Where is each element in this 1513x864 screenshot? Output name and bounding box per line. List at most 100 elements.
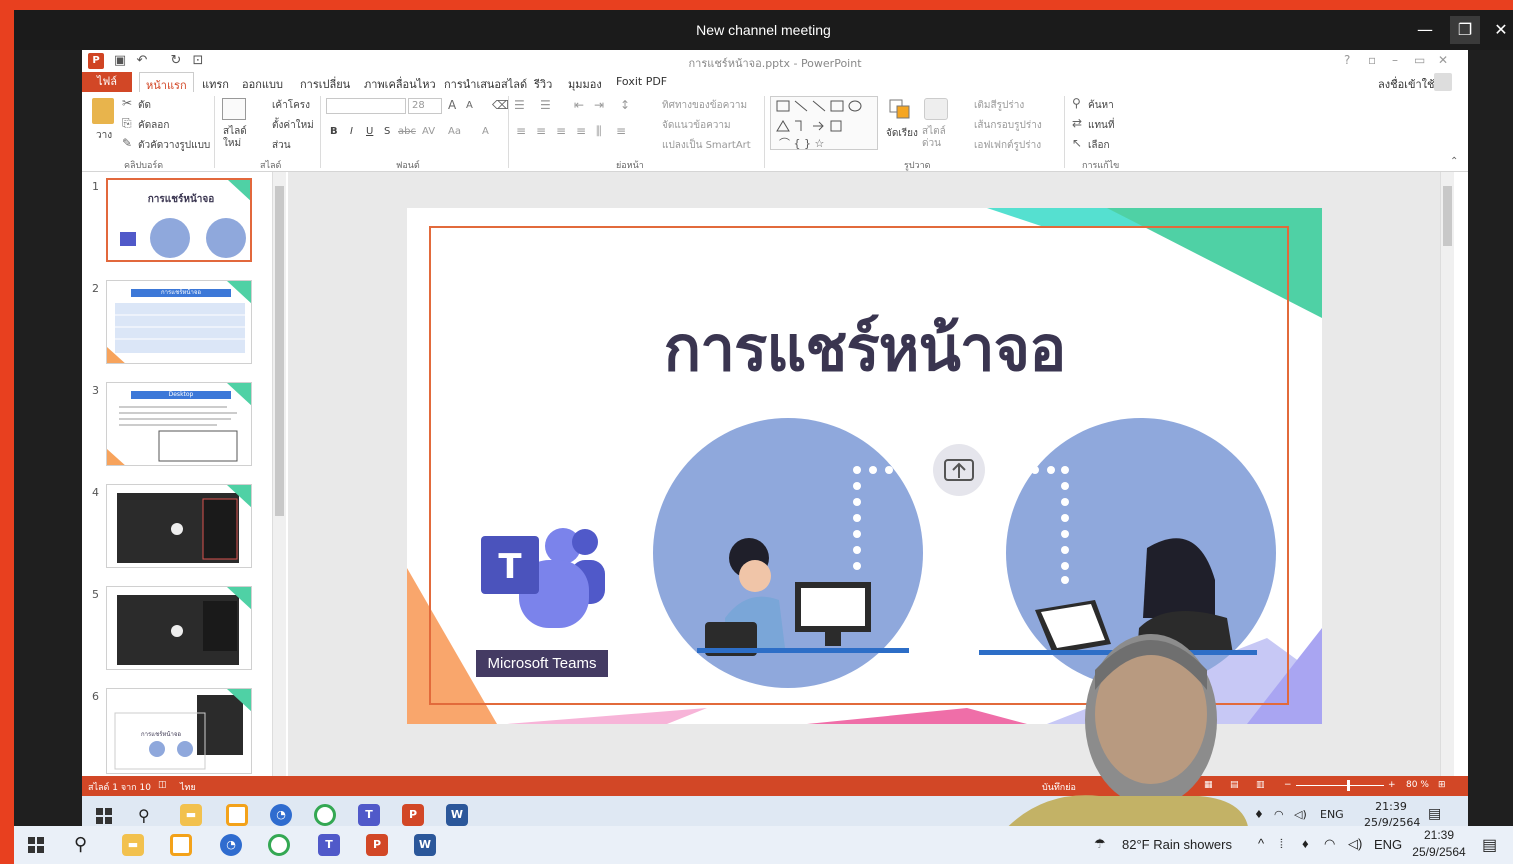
app-icon[interactable]: ◔ — [270, 804, 292, 826]
character-spacing-button[interactable]: AV — [422, 126, 435, 137]
section-button[interactable]: ส่วน — [272, 138, 291, 153]
clock-time[interactable]: 21:39 — [1408, 828, 1470, 842]
reset-button[interactable]: ตั้งค่าใหม่ — [272, 118, 314, 133]
zoom-slider-track[interactable] — [1296, 785, 1384, 786]
slide-thumbnail-2[interactable]: การแชร์หน้าจอ — [106, 280, 252, 364]
font-size-dropdown[interactable]: 28 — [408, 98, 442, 114]
minimize-button[interactable]: — — [1410, 16, 1440, 44]
tab-transitions[interactable]: การเปลี่ยน — [300, 75, 350, 93]
slide-thumbnail-3[interactable]: Desktop — [106, 382, 252, 466]
weather-widget[interactable]: 82°F Rain showers — [1122, 837, 1232, 852]
tab-slideshow[interactable]: การนำเสนอสไลด์ — [444, 75, 527, 93]
wifi-icon[interactable]: ◠ — [1324, 836, 1335, 852]
app-icon[interactable]: ◔ — [220, 834, 242, 856]
restore-button[interactable]: ❐ — [1450, 16, 1480, 44]
select-button[interactable]: เลือก — [1088, 138, 1110, 153]
align-left-icon[interactable]: ≡ — [516, 124, 526, 138]
numbering-icon[interactable]: ☰ — [540, 98, 551, 112]
teams-icon[interactable]: T — [358, 804, 380, 826]
user-avatar-icon[interactable] — [1434, 73, 1452, 91]
input-language[interactable]: ENG — [1320, 808, 1344, 821]
strikethrough-button[interactable]: abc — [398, 126, 416, 137]
decrease-font-icon[interactable]: A — [466, 100, 473, 111]
chrome-canary-icon[interactable] — [170, 834, 192, 856]
show-hidden-icons-icon[interactable]: ^ — [1258, 836, 1264, 851]
wifi-icon[interactable]: ◠ — [1274, 808, 1284, 821]
powerpoint-icon[interactable]: P — [402, 804, 424, 826]
ribbon-display-icon[interactable]: ▫ — [1368, 53, 1376, 67]
notifications-icon[interactable]: ▤ — [1482, 835, 1497, 855]
tab-view[interactable]: มุมมอง — [568, 75, 602, 93]
close-button[interactable]: ✕ — [1486, 16, 1513, 44]
bullets-icon[interactable]: ☰ — [514, 98, 525, 112]
shape-fill-button[interactable]: เติมสีรูปร่าง — [974, 98, 1024, 113]
tab-foxit-pdf[interactable]: Foxit PDF — [616, 75, 667, 88]
clock-time[interactable]: 21:39 — [1364, 800, 1418, 813]
font-color-button[interactable]: A — [482, 126, 489, 137]
slide-thumbnail-5[interactable] — [106, 586, 252, 670]
input-language[interactable]: ENG — [1374, 837, 1402, 852]
search-icon[interactable]: ⚲ — [74, 834, 87, 855]
new-slide-button[interactable]: สไลด์ใหม่ — [223, 126, 251, 150]
pp-minimize-icon[interactable]: – — [1392, 53, 1398, 67]
shape-outline-button[interactable]: เส้นกรอบรูปร่าง — [974, 118, 1042, 133]
mic-icon[interactable]: ♦ — [1254, 808, 1264, 821]
italic-button[interactable]: I — [350, 126, 353, 137]
tab-insert[interactable]: แทรก — [202, 75, 229, 93]
windows-start-icon[interactable] — [28, 837, 44, 853]
zoom-in-button[interactable]: + — [1388, 780, 1396, 790]
word-icon[interactable]: W — [446, 804, 468, 826]
chrome-canary-icon[interactable] — [226, 804, 248, 826]
increase-indent-icon[interactable]: ⇥ — [594, 98, 604, 112]
convert-smartart-button[interactable]: แปลงเป็น SmartArt — [662, 138, 751, 153]
fit-to-window-icon[interactable]: ⊞ — [1438, 780, 1446, 790]
zoom-slider-knob[interactable] — [1347, 780, 1351, 791]
volume-icon[interactable]: ◁) — [1348, 836, 1362, 852]
tab-review[interactable]: รีวิว — [534, 75, 552, 93]
line-spacing-icon[interactable]: ↕ — [620, 98, 630, 112]
distributed-icon[interactable]: ≡ — [616, 124, 626, 138]
notifications-icon[interactable]: ▤ — [1428, 806, 1441, 822]
clear-formatting-icon[interactable]: ⌫ — [492, 98, 509, 112]
align-text-button[interactable]: จัดแนวข้อความ — [662, 118, 731, 133]
shadow-button[interactable]: S — [384, 126, 390, 137]
slide-thumbnail-6[interactable]: การแชร์หน้าจอ — [106, 688, 252, 774]
canvas-scroll-thumb[interactable] — [1443, 186, 1452, 246]
layout-button[interactable]: เค้าโครง — [272, 98, 310, 113]
weather-icon[interactable]: ☂ — [1094, 836, 1106, 852]
tab-animations[interactable]: ภาพเคลื่อนไหว — [364, 75, 436, 93]
font-name-dropdown[interactable] — [326, 98, 406, 114]
volume-icon[interactable]: ◁) — [1294, 808, 1307, 821]
arrange-button[interactable]: จัดเรียง — [886, 126, 918, 141]
thumbnails-scrollbar[interactable] — [272, 172, 286, 776]
powerpoint-icon[interactable]: P — [366, 834, 388, 856]
network-icon[interactable]: ⦙ — [1280, 836, 1283, 852]
quick-styles-button[interactable]: สไตล์ด่วน — [922, 126, 950, 150]
paste-icon[interactable] — [92, 98, 114, 124]
decrease-indent-icon[interactable]: ⇤ — [574, 98, 584, 112]
cut-button[interactable]: ตัด — [138, 98, 151, 113]
chrome-icon[interactable] — [314, 804, 336, 826]
format-painter-button[interactable]: ตัวคัดวางรูปแบบ — [138, 138, 210, 153]
mic-icon[interactable]: ♦ — [1302, 836, 1309, 851]
slide-thumbnail-4[interactable] — [106, 484, 252, 568]
align-center-icon[interactable]: ≡ — [536, 124, 546, 138]
teams-icon[interactable]: T — [318, 834, 340, 856]
chrome-icon[interactable] — [268, 834, 290, 856]
language-indicator[interactable]: ไทย — [180, 780, 196, 794]
columns-icon[interactable]: ⫼ — [596, 124, 602, 139]
spell-check-icon[interactable]: ◫ — [158, 780, 167, 790]
tab-file[interactable]: ไฟล์ — [82, 72, 132, 92]
justify-icon[interactable]: ≡ — [576, 124, 586, 138]
help-icon[interactable]: ? — [1344, 53, 1350, 67]
find-button[interactable]: ค้นหา — [1088, 98, 1114, 113]
zoom-level[interactable]: 80 % — [1406, 780, 1429, 790]
reading-view-icon[interactable]: ▥ — [1256, 780, 1265, 790]
slide-thumbnail-1[interactable]: การแชร์หน้าจอ — [106, 178, 252, 262]
search-icon[interactable]: ⚲ — [138, 806, 150, 825]
shapes-gallery[interactable]: ⌒ { } ☆ — [770, 96, 878, 150]
new-slide-icon[interactable] — [222, 98, 246, 120]
paste-button[interactable]: วาง — [96, 128, 112, 143]
quick-styles-icon[interactable] — [924, 98, 948, 120]
text-direction-button[interactable]: ทิศทางของข้อความ — [662, 98, 747, 113]
